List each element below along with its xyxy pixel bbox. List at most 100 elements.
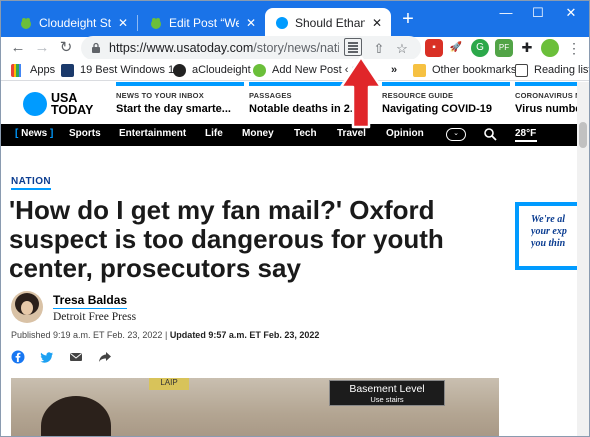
- nav-tech[interactable]: Tech: [294, 128, 317, 139]
- nav-travel[interactable]: Travel: [337, 128, 366, 139]
- nav-life[interactable]: Life: [205, 128, 223, 139]
- bookmark-label: 19 Best Windows 1...: [80, 64, 184, 76]
- nav-money[interactable]: Money: [242, 128, 274, 139]
- usatoday-logo-icon[interactable]: [23, 92, 47, 116]
- forward-arrow-icon[interactable]: →: [31, 37, 53, 59]
- sidebox-line: your exp: [531, 226, 567, 237]
- reading-mode-icon[interactable]: [344, 38, 362, 56]
- bookmark-best-windows[interactable]: 19 Best Windows 1...: [61, 62, 183, 78]
- article-dateline: Published 9:19 a.m. ET Feb. 23, 2022 | U…: [11, 330, 319, 340]
- promo-inbox[interactable]: NEWS TO YOUR INBOX Start the day smarte.…: [116, 82, 244, 122]
- cloudeight-icon: [253, 63, 266, 77]
- new-tab-button[interactable]: +: [397, 9, 419, 31]
- back-arrow-icon[interactable]: ←: [7, 37, 29, 59]
- bookmark-apps[interactable]: Apps: [11, 62, 55, 78]
- nav-opinion[interactable]: Opinion: [386, 128, 424, 139]
- maximize-button[interactable]: ☐: [523, 3, 553, 25]
- promo-headline: Start the day smarte...: [116, 103, 231, 115]
- annotation-arrow-icon: [339, 55, 383, 129]
- promo-eyebrow: CORONAVIRUS NEWS: [515, 91, 579, 100]
- twitter-icon[interactable]: [40, 350, 54, 364]
- rocket-extension-icon[interactable]: 🚀: [447, 39, 465, 57]
- url-text: https://www.usatoday.com/story/news/nati…: [109, 41, 339, 55]
- webpage-viewport: USA TODAY NEWS TO YOUR INBOX Start the d…: [1, 82, 579, 436]
- tab-title: Cloudeight Start Page: [39, 15, 111, 30]
- lock-icon: [92, 42, 100, 53]
- usatoday-favicon-icon: [276, 16, 288, 29]
- reload-icon[interactable]: ↻: [55, 37, 77, 59]
- chevron-down-icon[interactable]: ⌄: [446, 128, 466, 141]
- nav-sports[interactable]: Sports: [69, 128, 101, 139]
- author-organization: Detroit Free Press: [53, 311, 137, 323]
- close-icon[interactable]: ✕: [115, 16, 131, 30]
- grammarly-icon[interactable]: G: [471, 39, 489, 57]
- menu-kebab-icon[interactable]: ⋮: [565, 39, 583, 57]
- tab-title: Edit Post “Wednesday: [169, 15, 239, 30]
- bookmarks-overflow[interactable]: »: [391, 62, 397, 78]
- article-photo[interactable]: LAIP Basement Level Use stairs: [11, 378, 499, 436]
- bookmark-acloudeight[interactable]: aCloudeight: [173, 62, 251, 78]
- published-time: Published 9:19 a.m. ET Feb. 23, 2022: [11, 330, 163, 340]
- tab-usatoday-article[interactable]: Should Ethan Crumbl ✕: [265, 8, 391, 37]
- frog-icon: [21, 17, 31, 29]
- weather-readout[interactable]: 28°F: [515, 128, 536, 139]
- author-name[interactable]: Tresa Baldas: [53, 293, 128, 309]
- bookmarks-bar: Apps 19 Best Windows 1... aCloudeight Ad…: [1, 59, 589, 81]
- dateline-separator: |: [164, 330, 168, 340]
- url-path: /story/news/nation/2...: [253, 41, 339, 55]
- usatoday-logo-text[interactable]: USA TODAY: [51, 92, 101, 117]
- vertical-scrollbar[interactable]: [577, 82, 589, 436]
- tab-edit-post[interactable]: Edit Post “Wednesday ✕: [139, 8, 265, 37]
- gc-icon: [61, 63, 74, 77]
- promo-coronavirus[interactable]: CORONAVIRUS NEWS Virus numbe: [515, 82, 579, 122]
- promo-eyebrow: RESOURCE GUIDE: [382, 91, 454, 100]
- reading-list-icon: [515, 63, 528, 77]
- bookmark-label: Apps: [30, 64, 56, 76]
- scrollbar-thumb[interactable]: [579, 122, 587, 148]
- apps-grid-icon: [11, 63, 24, 77]
- bookmark-label: Other bookmarks: [432, 64, 517, 76]
- sidebox-line: you thin: [531, 238, 566, 249]
- pf-extension-icon[interactable]: PF: [495, 39, 513, 57]
- close-icon[interactable]: ✕: [369, 16, 385, 30]
- browser-window: Cloudeight Start Page ✕ Edit Post “Wedne…: [0, 0, 590, 437]
- photo-sign-main: Basement Level: [349, 383, 425, 395]
- search-icon[interactable]: [483, 127, 497, 141]
- close-icon[interactable]: ✕: [243, 16, 259, 30]
- puzzle-extensions-icon[interactable]: ✚: [518, 39, 536, 57]
- browser-toolbar: ← → ↻ https://www.usatoday.com/story/new…: [1, 36, 589, 60]
- tab-cloudeight-start[interactable]: Cloudeight Start Page ✕: [9, 8, 137, 37]
- bookmark-other[interactable]: Other bookmarks: [413, 62, 516, 78]
- photo-sign-basement: Basement Level Use stairs: [329, 380, 445, 406]
- url-host: https://www.usatoday.com: [109, 41, 254, 55]
- facebook-icon[interactable]: [11, 350, 25, 364]
- bookmark-reading-list[interactable]: Reading list: [515, 62, 589, 78]
- tab-title: Should Ethan Crumbl: [295, 15, 365, 30]
- photo-sign-yellow: LAIP: [149, 378, 189, 390]
- email-icon[interactable]: [69, 350, 83, 364]
- sidebox-line: We're al: [531, 214, 565, 225]
- site-nav: [ News ] Sports Entertainment Life Money…: [1, 124, 579, 146]
- close-window-button[interactable]: ✕: [556, 3, 586, 25]
- bookmark-label: aCloudeight: [192, 64, 251, 76]
- weather-icon: [515, 140, 537, 142]
- author-avatar[interactable]: [11, 291, 43, 323]
- photo-sign-sub: Use stairs: [370, 395, 404, 404]
- extension-red-icon[interactable]: ▪: [425, 39, 443, 57]
- profile-avatar[interactable]: [541, 39, 559, 57]
- nav-entertainment[interactable]: Entertainment: [119, 128, 186, 139]
- photo-person: [41, 396, 111, 436]
- github-icon: [173, 63, 186, 77]
- tab-divider: [137, 15, 138, 31]
- article-headline: 'How do I get my fan mail?' Oxford suspe…: [9, 195, 444, 283]
- share-arrow-icon[interactable]: [98, 350, 112, 364]
- minimize-button[interactable]: —: [491, 3, 521, 25]
- promo-resource-guide[interactable]: RESOURCE GUIDE Navigating COVID-19: [382, 82, 510, 122]
- frog-icon: [151, 17, 161, 29]
- tab-strip: Cloudeight Start Page ✕ Edit Post “Wedne…: [1, 1, 589, 37]
- star-bookmark-icon[interactable]: ☆: [393, 40, 411, 58]
- section-tag[interactable]: NATION: [11, 176, 51, 190]
- promo-headline: Virus numbe: [515, 103, 579, 115]
- nav-news[interactable]: [ News ]: [15, 128, 53, 139]
- newsletter-promo-box[interactable]: We're al your exp you thin: [515, 202, 579, 270]
